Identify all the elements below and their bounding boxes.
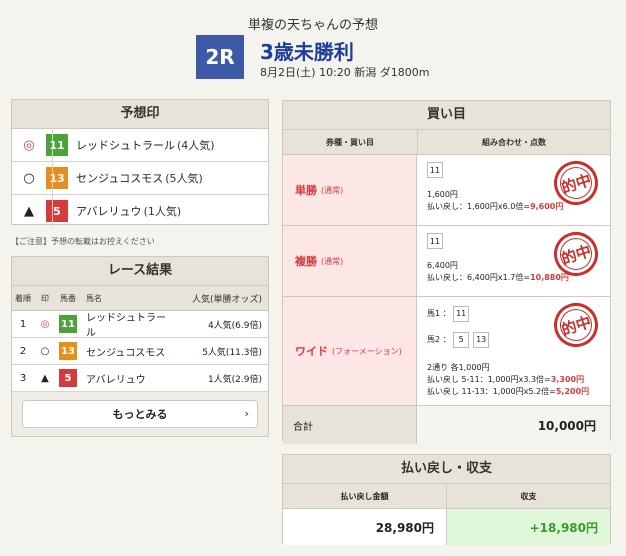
popularity-odds: 1人気(2.9倍) — [207, 374, 262, 385]
popularity: (5人気) — [165, 172, 203, 185]
race-result-header: 着順 印 馬番 馬名 人気(単勝オッズ) — [12, 286, 268, 311]
col-bet-type: 券種・買い目 — [283, 130, 418, 154]
horse-name: レッドシュトラール — [76, 139, 175, 152]
race-result-panel: レース結果 着順 印 馬番 馬名 人気(単勝オッズ) 1 ◎ 11 レッドシュト… — [11, 256, 269, 437]
refund-formula: 払い戻し 5-11：1,000円x3.3倍= — [427, 375, 551, 384]
payout-panel: 払い戻し・収支 払い戻し金額 収支 28,980円 +18,980円 — [282, 454, 611, 545]
total-label: 合計 — [283, 406, 417, 444]
horse-number: 11 — [46, 134, 68, 156]
col-rank: 着順 — [15, 293, 31, 303]
race-name: 3歳未勝利 — [260, 40, 354, 64]
prediction-row: ▲ 5 アバレリュウ (1人気) — [12, 194, 268, 227]
col-balance: 収支 — [520, 491, 537, 501]
chevron-right-icon: › — [244, 407, 249, 420]
popularity: (4人気) — [177, 139, 215, 152]
horse-name: アバレリュウ — [76, 205, 142, 218]
bet-method: (通常) — [321, 185, 344, 195]
horse-number: 5 — [453, 332, 470, 348]
payout-title: 払い戻し・収支 — [283, 455, 610, 484]
circle-mark-icon: ○ — [23, 170, 35, 186]
bet-type: ワイド — [295, 345, 328, 358]
prediction-title: 予想印 — [12, 100, 268, 129]
table-row: 1 ◎ 11 レッドシュトラール 4人気(6.9倍) — [12, 311, 268, 339]
table-row: 3 ▲ 5 アバレリュウ 1人気(2.9倍) — [12, 365, 268, 392]
bet-count: 2通り 各1,000円 — [427, 363, 490, 372]
repost-notice: 【ご注意】予想の転載はお控えください — [11, 237, 155, 246]
bet-type: 単勝 — [295, 184, 317, 197]
horse-number: 13 — [59, 342, 77, 360]
purchase-header: 券種・買い目 組み合わせ・点数 — [283, 130, 610, 155]
table-row: 2 ○ 13 センジュコスモス 5人気(11.3倍) — [12, 338, 268, 365]
triangle-mark-icon: ▲ — [41, 372, 49, 384]
double-circle-mark-icon: ◎ — [40, 318, 50, 330]
col-number: 馬番 — [60, 293, 76, 303]
horse-number: 11 — [59, 315, 77, 333]
prediction-panel: 予想印 ◎ 11 レッドシュトラール (4人気) ○ 13 センジュコスモス (… — [11, 99, 269, 227]
refund-value: 9,600円 — [530, 202, 564, 211]
show-more-button[interactable]: もっとみる › — [22, 400, 258, 428]
refund-total: 28,980円 — [283, 509, 447, 545]
horse2-label: 馬2 — [427, 335, 441, 344]
race-info: 8月2日(土) 10:20 新潟 ダ1800m — [260, 66, 430, 79]
rank: 2 — [19, 345, 27, 357]
bet-row-win: 単勝 (通常) 11 1,600円 払い戻し：1,600円x6.0倍=9,600… — [283, 155, 610, 226]
bet-type: 複勝 — [295, 255, 317, 268]
bet-row-place: 複勝 (通常) 11 6,400円 払い戻し：6,400円x1.7倍=10,88… — [283, 226, 610, 297]
refund-line: 払い戻し 11-13：1,000円x5.2倍=5,200円 — [427, 386, 610, 398]
horse-name: アバレリュウ — [86, 374, 146, 386]
payout-values: 28,980円 +18,980円 — [283, 509, 610, 545]
popularity-odds: 4人気(6.9倍) — [207, 320, 262, 331]
col-mark: 印 — [41, 293, 49, 303]
bet-row-wide: ワイド (フォーメーション) 馬1 ： 11 馬2 ： 5 13 2通り 各1,0… — [283, 297, 610, 406]
prediction-row: ◎ 11 レッドシュトラール (4人気) — [12, 129, 268, 161]
rank: 3 — [19, 372, 27, 384]
horse-number: 13 — [46, 167, 68, 189]
horse-name: センジュコスモス — [76, 172, 164, 185]
total-value: 10,000円 — [417, 406, 610, 444]
horse-number: 13 — [473, 332, 490, 348]
horse-name: レッドシュトラール — [86, 313, 166, 339]
refund-formula: 払い戻し：1,600円x6.0倍= — [427, 202, 531, 211]
col-popularity: 人気(単勝オッズ) — [191, 294, 262, 305]
horse-number: 11 — [453, 306, 470, 322]
col-name: 馬名 — [86, 293, 102, 303]
payout-header: 払い戻し金額 収支 — [283, 484, 610, 509]
horse-number: 5 — [59, 369, 77, 387]
horse-name: センジュコスモス — [86, 347, 166, 359]
refund-value: 5,200円 — [555, 387, 590, 396]
col-refund: 払い戻し金額 — [283, 484, 447, 508]
purchase-panel: 買い目 券種・買い目 組み合わせ・点数 単勝 (通常) 11 1,600円 払い… — [282, 100, 611, 444]
horse1-label: 馬1 — [427, 309, 441, 318]
total-row: 合計 10,000円 — [283, 406, 610, 444]
prediction-row: ○ 13 センジュコスモス (5人気) — [12, 161, 268, 194]
race-result-title: レース結果 — [12, 257, 268, 286]
page-subtitle: 単複の天ちゃんの予想 — [247, 18, 378, 33]
popularity: (1人気) — [143, 205, 182, 218]
horse-number: 11 — [427, 233, 443, 249]
col-combination: 組み合わせ・点数 — [482, 137, 546, 147]
popularity-odds: 5人気(11.3倍) — [202, 347, 262, 358]
horse-number: 11 — [427, 162, 443, 178]
bet-method: (通常) — [321, 256, 344, 266]
race-number-badge: 2R — [196, 35, 244, 79]
refund-formula: 払い戻し 11-13：1,000円x5.2倍= — [427, 387, 556, 396]
rank: 1 — [19, 318, 27, 330]
refund-line: 払い戻し 5-11：1,000円x3.3倍=3,300円 — [427, 374, 610, 386]
show-more-label: もっとみる — [112, 408, 168, 421]
circle-mark-icon: ○ — [40, 345, 50, 357]
double-circle-mark-icon: ◎ — [23, 137, 35, 153]
horse-number: 5 — [46, 200, 68, 222]
refund-value: 3,300円 — [550, 375, 585, 384]
refund-value: 10,880円 — [530, 273, 569, 282]
prediction-list: ◎ 11 レッドシュトラール (4人気) ○ 13 センジュコスモス (5人気)… — [12, 129, 268, 227]
bet-method: (フォーメーション) — [332, 346, 402, 356]
triangle-mark-icon: ▲ — [24, 203, 34, 219]
purchase-title: 買い目 — [283, 101, 610, 130]
balance-value: +18,980円 — [447, 509, 610, 545]
refund-formula: 払い戻し：6,400円x1.7倍= — [427, 273, 531, 282]
